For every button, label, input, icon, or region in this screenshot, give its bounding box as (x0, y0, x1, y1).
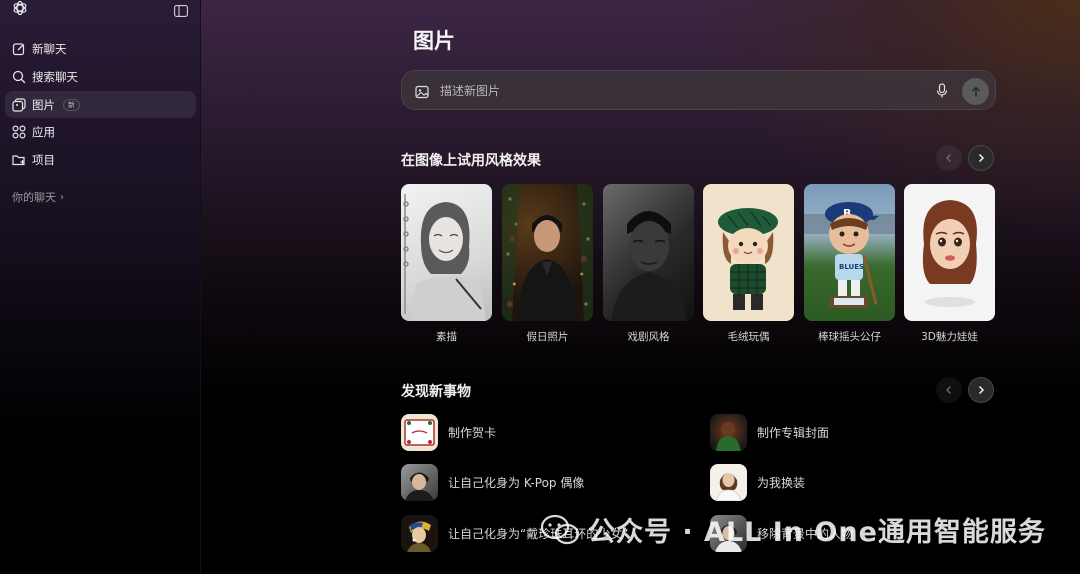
discover-prev-button[interactable] (936, 377, 962, 403)
style-card-plush[interactable]: 毛绒玩偶 (703, 184, 794, 344)
your-chats-section[interactable]: 你的聊天 › (12, 189, 64, 205)
openai-logo-icon[interactable] (12, 0, 28, 16)
image-prompt-box[interactable] (401, 70, 996, 110)
style-card-label: 棒球摇头公仔 (818, 331, 881, 343)
sidebar-toggle-icon[interactable] (174, 2, 188, 17)
style-card-dramatic[interactable]: 戏剧风格 (603, 184, 694, 344)
sidebar-item-label: 新聊天 (32, 41, 67, 56)
sidebar-item-label: 项目 (32, 152, 55, 167)
styles-section-title: 在图像上试用风格效果 (401, 153, 541, 169)
style-card-label: 假日照片 (526, 331, 569, 343)
discover-section-title: 发现新事物 (401, 384, 471, 400)
sidebar-item-new-chat[interactable]: 新聊天 (5, 35, 196, 62)
section-label: 你的聊天 (12, 191, 56, 204)
add-image-icon[interactable] (415, 84, 429, 99)
chevron-left-icon (946, 154, 951, 162)
sidebar-item-label: 搜索聊天 (32, 69, 78, 84)
chevron-right-icon (978, 385, 985, 395)
discover-item-album-cover[interactable]: 制作专辑封面 (710, 413, 829, 451)
outfit-change-thumbnail (710, 463, 747, 501)
apps-icon (12, 124, 26, 139)
3d-doll-image (904, 184, 995, 321)
pearl-earring-thumbnail (401, 514, 438, 552)
holiday-photo-image (502, 184, 593, 321)
wechat-icon (540, 514, 580, 544)
discover-item-label: 制作贺卡 (448, 425, 497, 440)
sidebar-item-label: 应用 (32, 124, 55, 139)
discover-item-label: 为我换装 (757, 475, 806, 490)
style-card-label: 毛绒玩偶 (727, 331, 770, 343)
baseball-bobblehead-image: B BLUES (804, 184, 895, 321)
style-card-label: 戏剧风格 (627, 331, 670, 343)
sidebar-item-label: 图片 (32, 97, 55, 112)
chevron-left-icon (946, 386, 951, 394)
sidebar-item-search-chats[interactable]: 搜索聊天 (5, 63, 196, 90)
discover-item-kpop[interactable]: 让自己化身为 K-Pop 偶像 (401, 463, 584, 501)
greeting-card-thumbnail (401, 413, 438, 451)
sidebar-item-projects[interactable]: 项目 (5, 146, 196, 173)
sidebar-header (12, 0, 194, 18)
style-card-bobblehead[interactable]: B BLUES 棒球摇头公仔 (804, 184, 895, 344)
style-card-label: 素描 (436, 331, 457, 343)
sidebar-item-images[interactable]: 图片 新 (5, 91, 196, 118)
styles-prev-button[interactable] (936, 145, 962, 171)
watermark-text: 公众号 · ALL In One通用智能服务 (588, 517, 1046, 548)
sidebar-item-apps[interactable]: 应用 (5, 118, 196, 145)
prompt-input[interactable] (440, 81, 920, 101)
sidebar: 新聊天 搜索聊天 图片 新 应用 项目 你的聊天 › (0, 0, 201, 574)
search-icon (12, 70, 26, 84)
discover-item-label: 让自己化身为 K-Pop 偶像 (448, 475, 585, 490)
folder-plus-icon (12, 153, 26, 167)
dramatic-portrait-image (603, 184, 694, 321)
new-badge: 新 (63, 98, 80, 111)
send-button[interactable] (962, 78, 989, 105)
microphone-icon[interactable] (936, 83, 948, 99)
style-card-sketch[interactable]: 素描 (401, 184, 492, 344)
discover-item-label: 制作专辑封面 (757, 425, 830, 440)
main-content: 图片 在图像上试用风格效果 (201, 0, 1080, 574)
styles-next-button[interactable] (968, 145, 994, 171)
discover-next-button[interactable] (968, 377, 994, 403)
plush-doll-image (703, 184, 794, 321)
svg-text:BLUES: BLUES (839, 263, 864, 271)
images-icon (12, 97, 26, 112)
style-card-holiday[interactable]: 假日照片 (502, 184, 593, 344)
style-card-label: 3D魅力娃娃 (921, 331, 978, 343)
new-chat-icon (12, 42, 26, 56)
sketch-portrait-image (401, 184, 492, 321)
chevron-right-icon: › (60, 191, 64, 203)
discover-item-outfit[interactable]: 为我换装 (710, 463, 805, 501)
discover-item-greeting-card[interactable]: 制作贺卡 (401, 413, 496, 451)
watermark: 公众号 · ALL In One通用智能服务 (540, 510, 1046, 549)
chevron-right-icon (978, 153, 985, 163)
page-title: 图片 (413, 29, 455, 53)
kpop-idol-thumbnail (401, 463, 438, 501)
album-cover-thumbnail (710, 413, 747, 451)
style-card-3d-doll[interactable]: 3D魅力娃娃 (904, 184, 995, 344)
arrow-up-icon (971, 85, 980, 96)
